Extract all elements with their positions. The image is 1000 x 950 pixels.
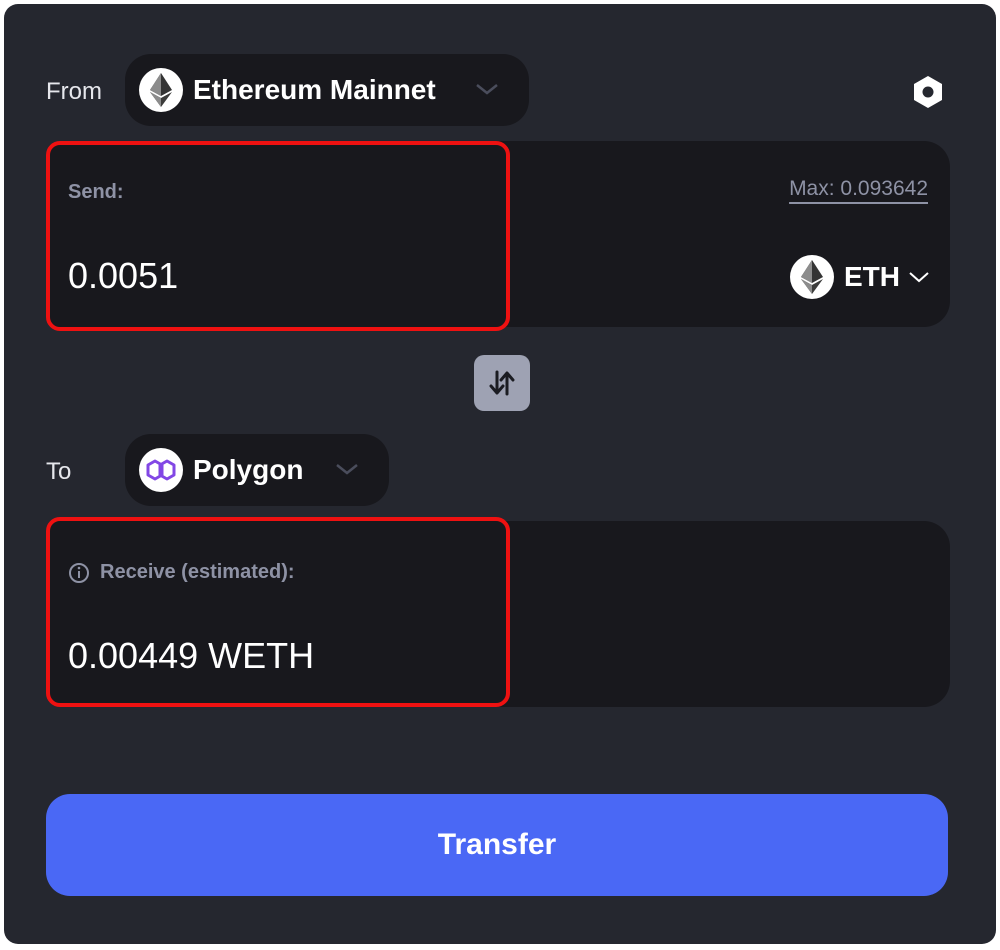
receive-label: Receive (estimated): <box>100 561 295 583</box>
receive-label-row: Receive (estimated): <box>68 561 295 584</box>
ethereum-icon <box>790 255 834 299</box>
info-icon <box>69 562 89 583</box>
token-name: ETH <box>844 261 900 292</box>
to-chain-name: Polygon <box>193 454 304 485</box>
token-select[interactable]: ETH <box>790 255 930 299</box>
send-label: Send: <box>68 181 124 203</box>
swap-direction-button[interactable] <box>474 355 530 411</box>
receive-highlight <box>46 517 510 707</box>
chevron-down-icon <box>909 272 929 283</box>
send-panel: Send: 0.0051 Max: 0.093642 ETH <box>46 141 950 331</box>
ethereum-icon <box>139 68 183 112</box>
send-highlight <box>46 141 510 331</box>
max-button[interactable]: Max: 0.093642 <box>789 177 928 201</box>
chevron-down-icon <box>476 84 498 95</box>
from-chain-name: Ethereum Mainnet <box>193 74 436 105</box>
gear-icon[interactable] <box>910 74 946 110</box>
transfer-button[interactable]: Transfer <box>46 794 948 896</box>
to-chain-select[interactable]: Polygon <box>125 434 389 506</box>
from-label: From <box>46 78 102 105</box>
receive-amount: 0.00449 WETH <box>68 635 315 676</box>
receive-panel: Receive (estimated): 0.00449 WETH <box>46 517 950 707</box>
chevron-down-icon <box>336 464 358 475</box>
polygon-icon <box>139 448 183 492</box>
from-chain-select[interactable]: Ethereum Mainnet <box>125 54 529 126</box>
send-amount-input[interactable]: 0.0051 <box>68 255 178 297</box>
to-label: To <box>46 458 72 485</box>
bridge-card: From Ethereum Mainnet Send: 0.0051 Max: … <box>4 4 996 944</box>
swap-arrows-icon <box>489 370 515 396</box>
